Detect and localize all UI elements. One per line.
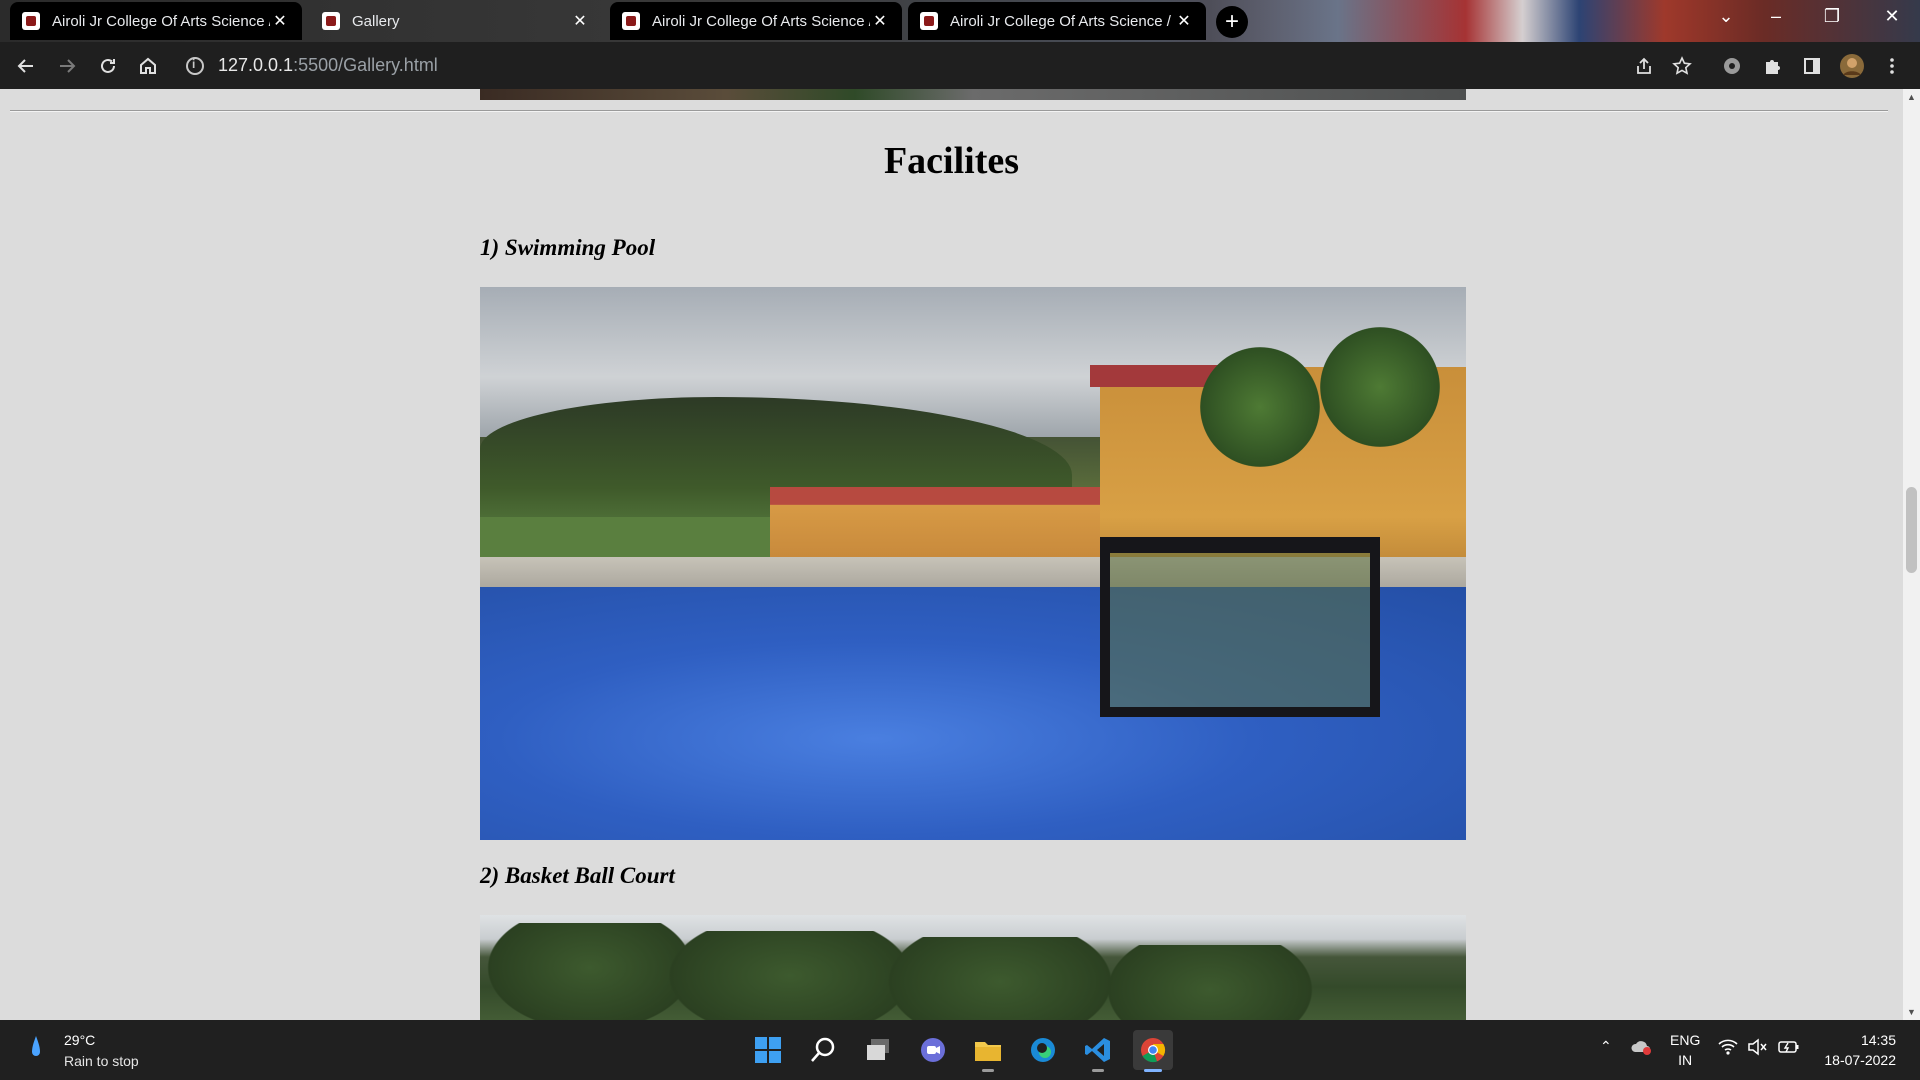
section-divider (10, 110, 1888, 112)
clock-time: 14:35 (1860, 1032, 1896, 1048)
image-palm (1200, 347, 1320, 467)
close-icon[interactable]: ✕ (1174, 11, 1194, 31)
teams-chat-icon[interactable] (913, 1030, 953, 1070)
swimming-pool-image (480, 287, 1466, 840)
edge-icon[interactable] (1023, 1030, 1063, 1070)
language-code: ENG (1670, 1032, 1701, 1048)
scrollbar-thumb[interactable] (1906, 487, 1917, 573)
facilities-heading: Facilites (883, 140, 1020, 182)
tab-title: Airoli Jr College Of Arts Science / (52, 12, 270, 30)
home-icon[interactable] (134, 52, 162, 80)
basketball-court-image (480, 915, 1466, 1020)
share-icon[interactable] (1630, 52, 1658, 80)
close-icon[interactable]: ✕ (570, 11, 590, 31)
reload-icon[interactable] (94, 52, 122, 80)
image-tree (880, 937, 1120, 1020)
wifi-icon[interactable] (1718, 1038, 1738, 1059)
tab-airoli-3[interactable]: Airoli Jr College Of Arts Science / ✕ (908, 2, 1206, 40)
vscode-icon[interactable] (1078, 1030, 1118, 1072)
battery-charging-icon[interactable] (1778, 1038, 1800, 1059)
running-indicator (1092, 1069, 1104, 1072)
extensions-puzzle-icon[interactable] (1758, 52, 1786, 80)
menu-kebab-icon[interactable] (1878, 52, 1906, 80)
scroll-down-arrow-icon[interactable]: ▼ (1903, 1004, 1920, 1020)
address-bar-url[interactable]: 127.0.0.1:5500/Gallery.html (218, 55, 438, 76)
chrome-icon[interactable] (1133, 1030, 1173, 1072)
browser-tab-strip: Airoli Jr College Of Arts Science / ✕ Ga… (0, 0, 1920, 42)
profile-avatar[interactable] (1838, 52, 1866, 80)
url-host: 127.0.0.1 (218, 55, 294, 75)
side-panel-icon[interactable] (1798, 52, 1826, 80)
image-tree (1100, 945, 1320, 1020)
new-tab-button[interactable]: + (1216, 6, 1248, 38)
tab-search-chevron-icon[interactable]: ⌄ (1706, 6, 1746, 27)
tab-title: Gallery (352, 12, 400, 30)
college-favicon-icon (920, 12, 938, 30)
facility-title-basketball-court: 2) Basket Ball Court (480, 863, 675, 888)
tab-gallery[interactable]: Gallery ✕ (310, 2, 602, 40)
search-icon[interactable] (803, 1030, 843, 1070)
forward-icon[interactable] (53, 52, 81, 80)
back-icon[interactable] (12, 52, 40, 80)
windows-taskbar: 29°C Rain to stop ⌃ ENG IN 14:35 18-07-2… (0, 1020, 1920, 1080)
running-indicator (982, 1069, 994, 1072)
show-hidden-icons-chevron-icon[interactable]: ⌃ (1600, 1038, 1612, 1055)
onedrive-error-icon[interactable] (1630, 1038, 1652, 1059)
weather-temperature[interactable]: 29°C (64, 1032, 95, 1048)
image-hall (770, 487, 1120, 557)
restore-icon[interactable]: ❐ (1812, 6, 1852, 27)
close-window-icon[interactable]: ✕ (1872, 6, 1912, 27)
clock-date: 18-07-2022 (1824, 1052, 1896, 1068)
vertical-scrollbar[interactable]: ▲ ▼ (1903, 89, 1920, 1020)
tab-airoli-2[interactable]: Airoli Jr College Of Arts Science / ✕ (610, 2, 902, 40)
language-indicator[interactable]: ENG IN (1670, 1030, 1700, 1070)
scroll-up-arrow-icon[interactable]: ▲ (1903, 89, 1920, 105)
tab-airoli-1[interactable]: Airoli Jr College Of Arts Science / ✕ (10, 2, 302, 40)
tab-title: Airoli Jr College Of Arts Science / (950, 12, 1171, 30)
volume-muted-icon[interactable] (1747, 1038, 1767, 1059)
running-indicator (1144, 1069, 1162, 1072)
system-clock[interactable]: 14:35 18-07-2022 (1816, 1030, 1896, 1070)
minimize-icon[interactable]: – (1756, 6, 1796, 27)
facility-title-swimming-pool: 1) Swimming Pool (480, 235, 656, 260)
close-icon[interactable]: ✕ (870, 11, 890, 31)
task-view-icon[interactable] (858, 1030, 898, 1070)
college-favicon-icon (322, 12, 340, 30)
image-palm (1320, 327, 1440, 447)
site-info-icon[interactable] (186, 57, 204, 75)
url-path: :5500/Gallery.html (293, 55, 438, 75)
file-explorer-icon[interactable] (968, 1030, 1008, 1072)
page-viewport: Facilites 1) Swimming Pool 2) Basket Bal… (0, 89, 1903, 1020)
weather-rain-icon[interactable] (30, 1034, 40, 1064)
close-icon[interactable]: ✕ (270, 11, 290, 31)
college-favicon-icon (622, 12, 640, 30)
college-favicon-icon (22, 12, 40, 30)
image-pergola (1100, 537, 1380, 717)
tab-title: Airoli Jr College Of Arts Science / (652, 12, 870, 30)
weather-condition[interactable]: Rain to stop (64, 1053, 139, 1069)
language-region: IN (1678, 1052, 1693, 1068)
extension-circle-icon[interactable] (1718, 52, 1746, 80)
start-icon[interactable] (748, 1030, 788, 1070)
previous-gallery-image (480, 89, 1466, 100)
bookmark-star-icon[interactable] (1668, 52, 1696, 80)
